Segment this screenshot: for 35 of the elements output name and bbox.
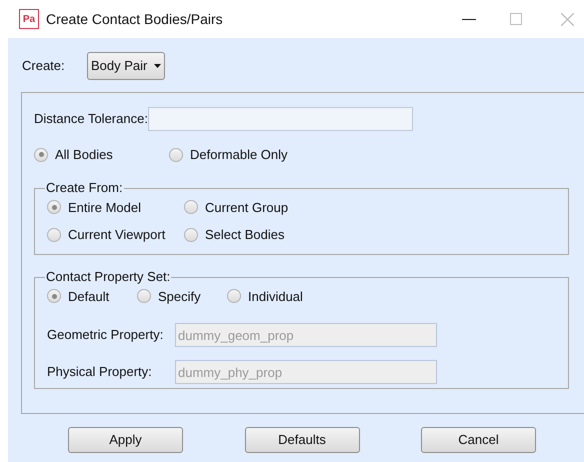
maximize-icon[interactable] bbox=[510, 13, 522, 25]
radio-label: Individual bbox=[248, 288, 303, 306]
field-label: Physical Property: bbox=[47, 363, 153, 382]
radio-label: Deformable Only bbox=[190, 146, 288, 164]
window-title: Create Contact Bodies/Pairs bbox=[46, 10, 223, 28]
group-title: Contact Property Set: bbox=[45, 268, 172, 284]
radio-label: All Bodies bbox=[55, 146, 113, 164]
radio-button[interactable] bbox=[47, 289, 61, 304]
radio-button[interactable] bbox=[227, 289, 241, 304]
dialog-button[interactable]: Cancel bbox=[421, 427, 536, 453]
radio-button[interactable] bbox=[169, 148, 183, 162]
radio-button[interactable] bbox=[34, 148, 48, 162]
caret-icon bbox=[154, 64, 162, 68]
radio-button[interactable] bbox=[184, 228, 198, 242]
radio-label: Current Viewport bbox=[68, 226, 166, 244]
distance-tolerance-field[interactable] bbox=[148, 107, 413, 131]
radio-label: Specify bbox=[158, 288, 201, 306]
create-label: Create: bbox=[22, 57, 66, 76]
dialog-button[interactable]: Defaults bbox=[244, 427, 360, 453]
field-label: Geometric Property: bbox=[47, 326, 164, 344]
field-label: Distance Tolerance: bbox=[34, 110, 148, 128]
radio-label: Current Group bbox=[205, 198, 288, 217]
radio-button[interactable] bbox=[184, 200, 198, 214]
group-title: Create From: bbox=[45, 180, 124, 196]
dialog-button[interactable]: Apply bbox=[68, 427, 183, 453]
create-dropdown[interactable]: Body Pair bbox=[87, 52, 166, 80]
close-icon[interactable] bbox=[561, 12, 574, 26]
radio-label: Select Bodies bbox=[205, 226, 284, 244]
radio-label: Default bbox=[68, 288, 110, 306]
radio-button[interactable] bbox=[47, 200, 61, 214]
radio-button[interactable] bbox=[47, 228, 61, 242]
radio-button[interactable] bbox=[137, 289, 151, 304]
minimize-icon[interactable] bbox=[462, 18, 476, 20]
radio-label: Entire Model bbox=[68, 198, 141, 216]
app-icon: Pa bbox=[19, 9, 39, 29]
